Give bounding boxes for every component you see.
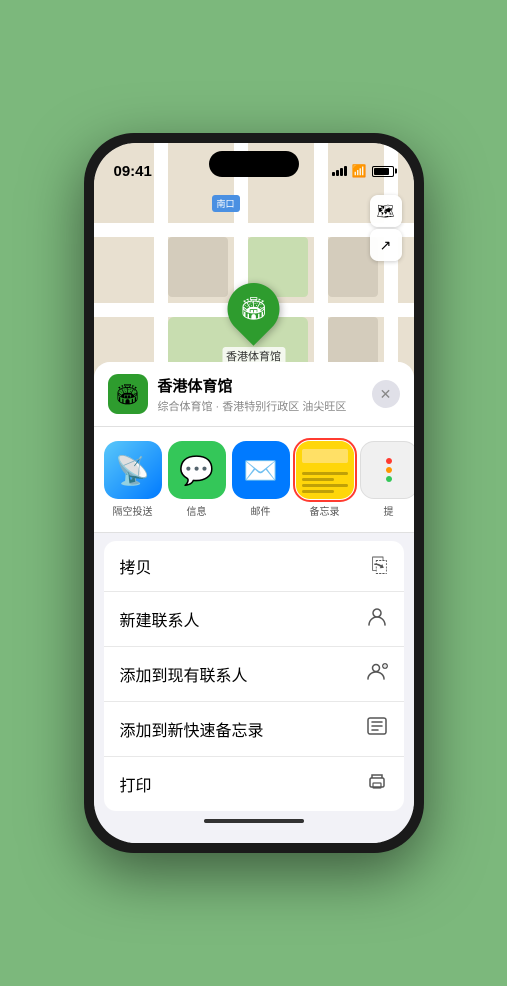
wifi-icon: 📶 xyxy=(352,164,367,178)
location-subtitle: 综合体育馆 · 香港特别行政区 油尖旺区 xyxy=(158,398,372,414)
signal-bar-1 xyxy=(332,172,335,176)
location-card-icon: 🏟 xyxy=(108,374,148,414)
notes-icon xyxy=(296,441,354,499)
map-label-text: 南口 xyxy=(217,199,235,209)
more-icon-wrap xyxy=(360,441,414,499)
stadium-emoji: 🏟 xyxy=(115,382,140,407)
road-h1 xyxy=(94,223,414,237)
map-block-1 xyxy=(168,237,228,297)
print-icon xyxy=(366,770,388,798)
action-new-contact-label: 新建联系人 xyxy=(120,607,366,631)
mail-icon-wrap: ✉️ xyxy=(232,441,290,499)
more-dot-red xyxy=(386,458,392,464)
action-print-label: 打印 xyxy=(120,772,366,796)
notes-line-1 xyxy=(302,472,348,475)
more-label: 提 xyxy=(384,503,394,518)
stadium-marker[interactable]: 🏟 香港体育馆 xyxy=(222,283,285,365)
location-card: 🏟 香港体育馆 综合体育馆 · 香港特别行政区 油尖旺区 ✕ xyxy=(94,362,414,427)
notes-line-4 xyxy=(302,490,334,493)
action-quick-note[interactable]: 添加到新快速备忘录 xyxy=(104,702,404,757)
quick-note-icon xyxy=(366,715,388,743)
message-icon-wrap: 💬 xyxy=(168,441,226,499)
phone-screen: 09:41 📶 xyxy=(94,143,414,843)
close-button[interactable]: ✕ xyxy=(372,380,400,408)
message-icon: 💬 xyxy=(179,454,214,487)
app-icons-row: 📡 隔空投送 💬 信息 ✉️ 邮件 xyxy=(94,427,414,533)
more-dots xyxy=(386,458,392,482)
airdrop-icon: 📡 xyxy=(115,454,150,487)
new-contact-icon xyxy=(366,605,388,633)
action-copy-label: 拷贝 xyxy=(120,554,372,578)
more-dot-green xyxy=(386,476,392,482)
mail-icon: ✉️ xyxy=(243,454,278,487)
stadium-icon: 🏟 xyxy=(240,296,268,322)
signal-bar-4 xyxy=(344,166,347,176)
notes-line-3 xyxy=(302,484,348,487)
app-item-more[interactable]: 提 xyxy=(360,441,414,518)
action-list: 拷贝 ⎘ 新建联系人 添加到现有联系人 xyxy=(104,541,404,811)
battery-fill xyxy=(374,168,389,175)
phone-frame: 09:41 📶 xyxy=(84,133,424,853)
action-quick-note-label: 添加到新快速备忘录 xyxy=(120,717,366,741)
notes-lines xyxy=(302,469,348,493)
add-contact-icon xyxy=(366,660,388,688)
notes-icon-wrap xyxy=(296,441,354,499)
home-indicator xyxy=(204,819,304,823)
battery-icon xyxy=(372,166,394,177)
action-print[interactable]: 打印 xyxy=(104,757,404,811)
action-add-contact-label: 添加到现有联系人 xyxy=(120,662,366,686)
dynamic-island xyxy=(209,151,299,177)
app-item-mail[interactable]: ✉️ 邮件 xyxy=(232,441,290,518)
action-new-contact[interactable]: 新建联系人 xyxy=(104,592,404,647)
notes-line-2 xyxy=(302,478,334,481)
airdrop-label: 隔空投送 xyxy=(113,503,153,518)
app-item-message[interactable]: 💬 信息 xyxy=(168,441,226,518)
notes-label: 备忘录 xyxy=(310,503,340,518)
message-label: 信息 xyxy=(187,503,207,518)
location-info: 香港体育馆 综合体育馆 · 香港特别行政区 油尖旺区 xyxy=(158,375,372,414)
airdrop-icon-wrap: 📡 xyxy=(104,441,162,499)
map-controls: 🗺 ↗ xyxy=(370,195,402,261)
marker-pin: 🏟 xyxy=(217,272,291,346)
mail-label: 邮件 xyxy=(251,503,271,518)
status-time: 09:41 xyxy=(114,163,152,180)
signal-bars xyxy=(332,166,347,176)
action-copy[interactable]: 拷贝 ⎘ xyxy=(104,541,404,592)
location-name: 香港体育馆 xyxy=(158,375,372,396)
copy-icon: ⎘ xyxy=(372,555,388,578)
signal-bar-2 xyxy=(336,170,339,176)
map-label: 南口 xyxy=(212,195,240,212)
status-icons: 📶 xyxy=(332,164,394,178)
action-add-contact[interactable]: 添加到现有联系人 xyxy=(104,647,404,702)
signal-bar-3 xyxy=(340,168,343,176)
map-location-button[interactable]: ↗ xyxy=(370,229,402,261)
more-dot-orange xyxy=(386,467,392,473)
notes-top xyxy=(302,449,348,463)
share-sheet: 🏟 香港体育馆 综合体育馆 · 香港特别行政区 油尖旺区 ✕ 📡 隔空投送 xyxy=(94,362,414,843)
app-item-airdrop[interactable]: 📡 隔空投送 xyxy=(104,441,162,518)
app-item-notes[interactable]: 备忘录 xyxy=(296,441,354,518)
map-type-button[interactable]: 🗺 xyxy=(370,195,402,227)
